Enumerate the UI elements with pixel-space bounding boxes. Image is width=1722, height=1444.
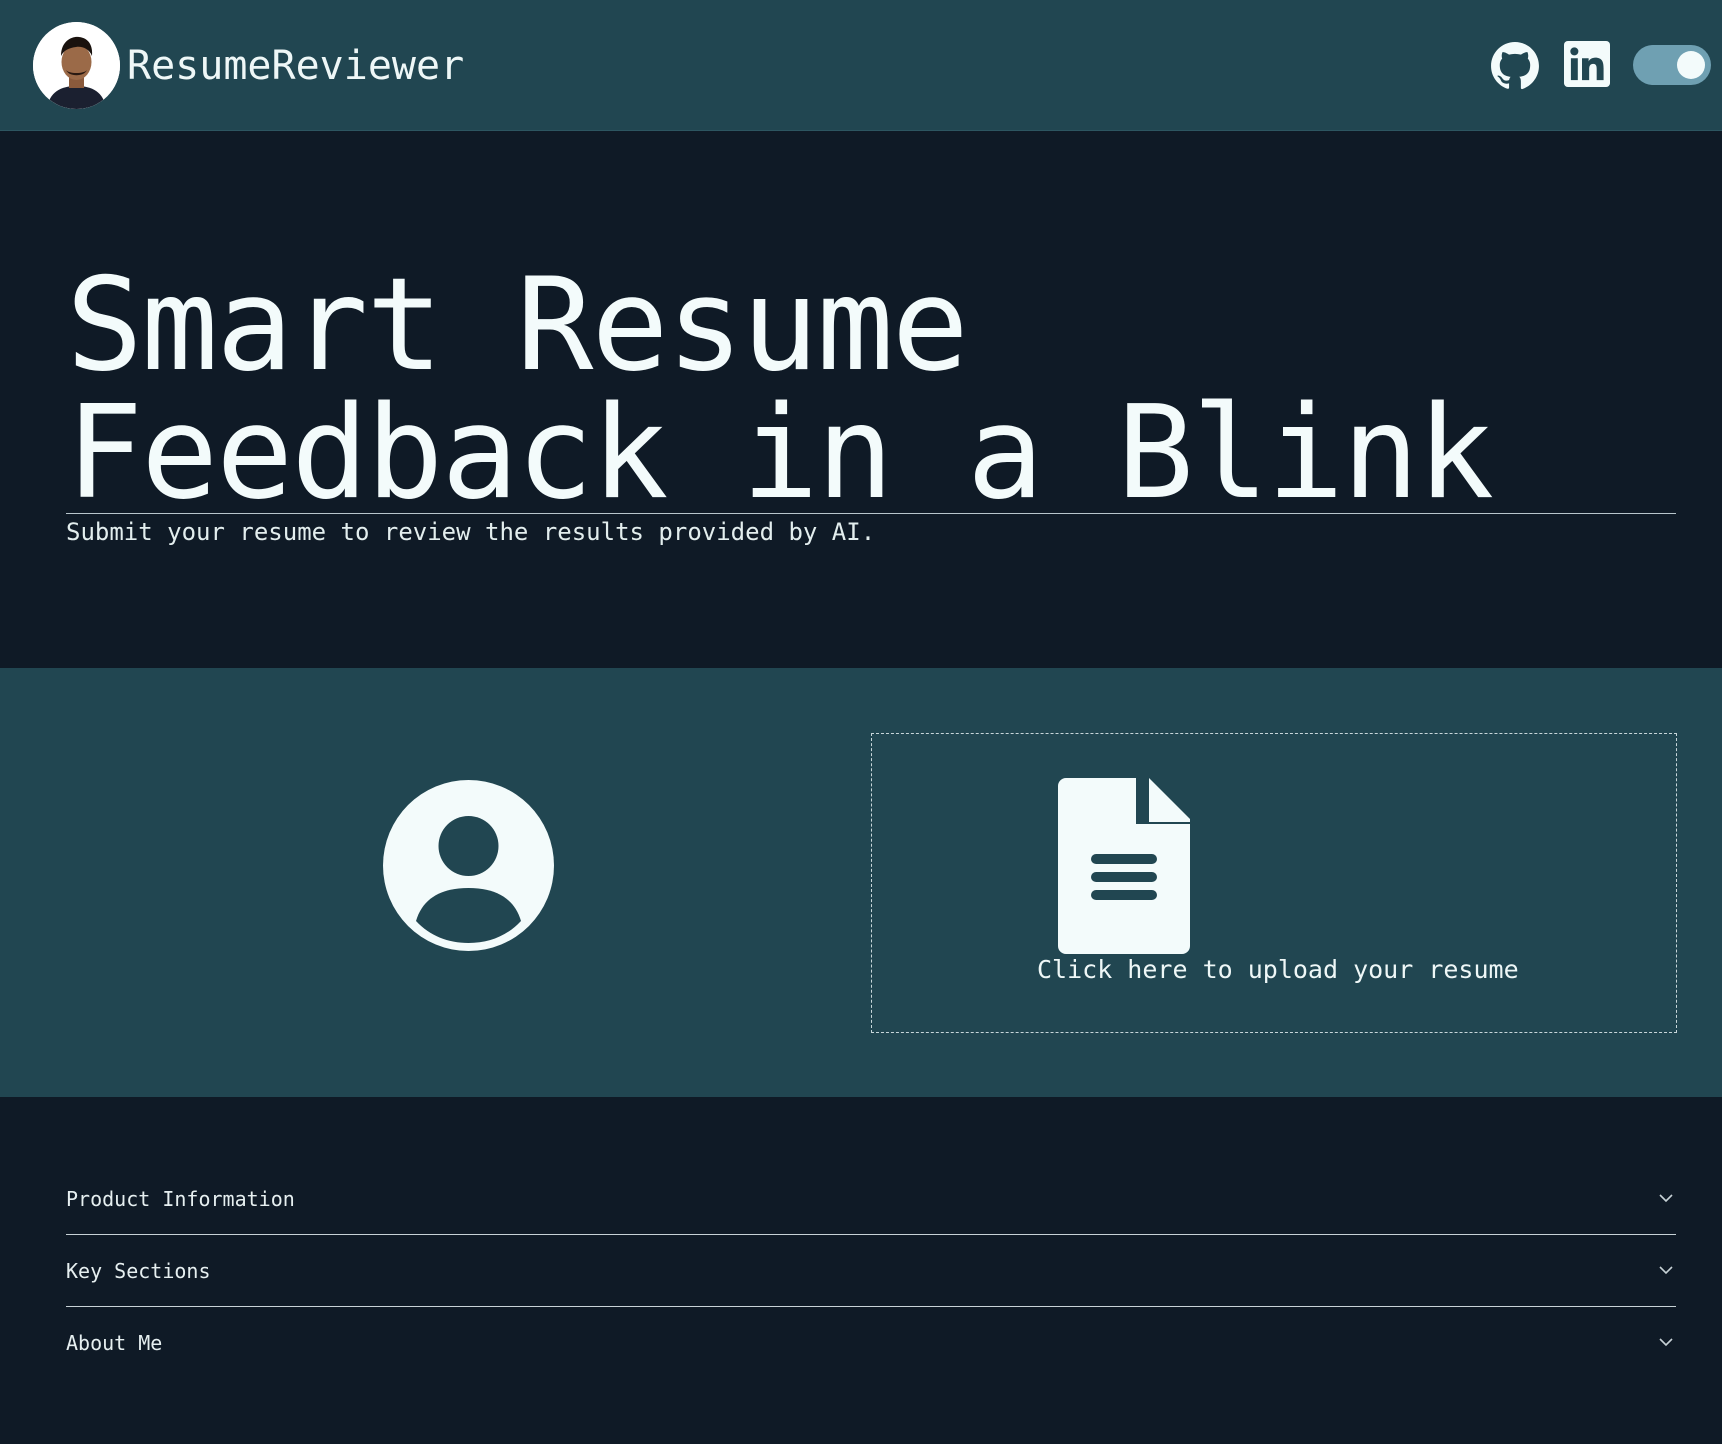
user-circle-icon bbox=[383, 780, 554, 951]
avatar[interactable] bbox=[33, 22, 120, 109]
accordion-about-me[interactable]: About Me bbox=[66, 1307, 1676, 1379]
hero-subtitle: Submit your resume to review the results… bbox=[66, 518, 876, 546]
upload-label[interactable]: Click here to upload your resume bbox=[1037, 955, 1519, 985]
accordion-key-sections[interactable]: Key Sections bbox=[66, 1235, 1676, 1307]
chevron-down-icon bbox=[1659, 1338, 1673, 1347]
hero-title-line-1: Smart Resume bbox=[66, 251, 969, 400]
linkedin-icon[interactable] bbox=[1564, 41, 1610, 87]
document-icon[interactable] bbox=[1058, 778, 1192, 954]
accordion-label: Product Information bbox=[66, 1187, 295, 1211]
hero-divider bbox=[66, 513, 1676, 514]
accordion-label: About Me bbox=[66, 1331, 163, 1355]
chevron-down-icon bbox=[1659, 1194, 1673, 1203]
avatar-photo bbox=[33, 22, 120, 109]
toggle-knob bbox=[1677, 51, 1705, 79]
theme-toggle[interactable] bbox=[1633, 45, 1711, 85]
github-icon[interactable] bbox=[1490, 41, 1540, 91]
accordion-product-information[interactable]: Product Information bbox=[66, 1163, 1676, 1235]
hero-title: Smart Resume Feedback in a Blink bbox=[66, 262, 1676, 518]
brand-name[interactable]: ResumeReviewer bbox=[127, 44, 464, 88]
accordion-label: Key Sections bbox=[66, 1259, 211, 1283]
chevron-down-icon bbox=[1659, 1266, 1673, 1275]
resume-dropzone[interactable] bbox=[871, 733, 1677, 1033]
hero-title-line-2: Feedback in a Blink bbox=[66, 379, 1494, 528]
top-navbar: ResumeReviewer bbox=[0, 0, 1722, 131]
